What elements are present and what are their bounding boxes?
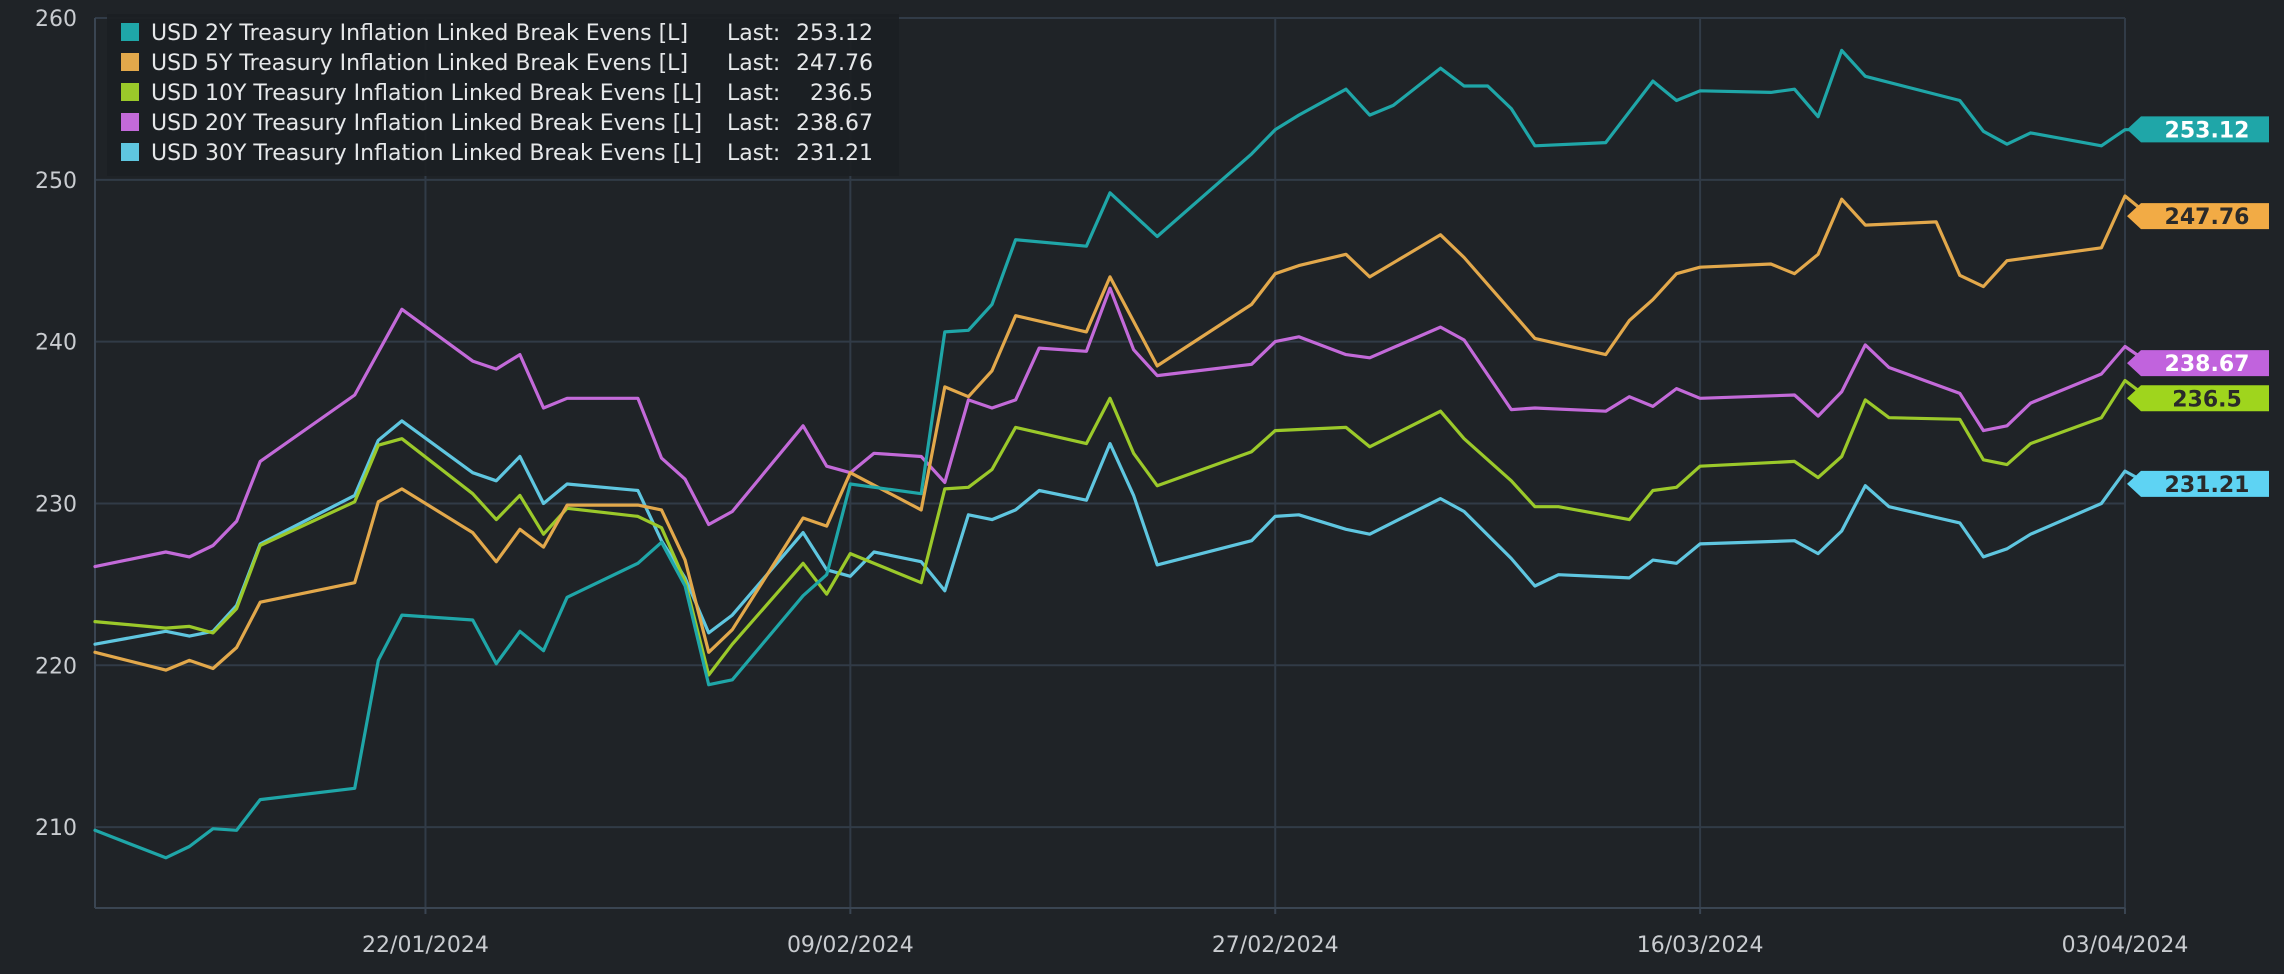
legend-last-label: Last: [727, 111, 780, 136]
legend-last-label: Last: [727, 81, 780, 106]
legend-last-value: 236.5 [810, 81, 873, 106]
legend-swatch [121, 83, 139, 101]
chart-container: 210 220 230 240 250 260 22/01/2024 09/02/2024 27… [0, 0, 2284, 974]
legend-swatch [121, 23, 139, 41]
last-value-tag-text: 236.5 [2172, 387, 2242, 412]
x-tick-label: 16/03/2024 [1637, 933, 1764, 958]
series-line [93, 378, 2151, 677]
line-chart: 210 220 230 240 250 260 22/01/2024 09/02/2024 27… [35, 7, 2269, 958]
legend-series-name: USD 30Y Treasury Inflation Linked Break … [151, 141, 702, 166]
y-tick-label: 210 [35, 816, 77, 841]
legend-item: USD 5Y Treasury Inflation Linked Break E… [121, 51, 873, 76]
y-tick-label: 230 [35, 492, 77, 517]
legend-item: USD 2Y Treasury Inflation Linked Break E… [121, 21, 873, 46]
y-tick-label: 260 [35, 7, 77, 32]
legend-series-name: USD 5Y Treasury Inflation Linked Break E… [151, 51, 688, 76]
y-tick-label: 250 [35, 169, 77, 194]
legend-item: USD 30Y Treasury Inflation Linked Break … [121, 141, 873, 166]
legend-last-label: Last: [727, 51, 780, 76]
legend-last-label: Last: [727, 21, 780, 46]
x-tick-label: 27/02/2024 [1212, 933, 1339, 958]
legend-last-value: 247.76 [796, 51, 873, 76]
last-value-tag-text: 247.76 [2165, 205, 2250, 230]
last-value-tag-text: 253.12 [2165, 118, 2250, 143]
last-value-tag: 247.76 [2127, 203, 2269, 230]
last-value-tag-text: 231.21 [2165, 473, 2250, 498]
last-value-tag: 236.5 [2127, 385, 2269, 412]
last-value-tag: 238.67 [2127, 350, 2269, 377]
legend-series-name: USD 20Y Treasury Inflation Linked Break … [151, 111, 702, 136]
x-tick-label: 03/04/2024 [2062, 933, 2189, 958]
legend-last-value: 238.67 [796, 111, 873, 136]
last-value-tag: 231.21 [2127, 470, 2269, 498]
last-value-tag-text: 238.67 [2165, 352, 2250, 377]
series-line [93, 419, 2151, 646]
last-value-tag: 253.12 [2127, 116, 2269, 143]
legend-series-name: USD 2Y Treasury Inflation Linked Break E… [151, 21, 688, 46]
legend-last-label: Last: [727, 141, 780, 166]
legend-item: USD 10Y Treasury Inflation Linked Break … [121, 81, 873, 106]
x-tick-label: 09/02/2024 [787, 933, 914, 958]
legend-last-value: 231.21 [796, 141, 873, 166]
legend: USD 2Y Treasury Inflation Linked Break E… [107, 14, 899, 176]
x-tick-label: 22/01/2024 [362, 933, 489, 958]
last-value-tags: 253.12 247.76 236.5 238.67 231.21 [2127, 116, 2269, 498]
legend-series-name: USD 10Y Treasury Inflation Linked Break … [151, 81, 702, 106]
y-tick-label: 220 [35, 654, 77, 679]
legend-swatch [121, 143, 139, 161]
legend-item: USD 20Y Treasury Inflation Linked Break … [121, 111, 873, 136]
legend-swatch [121, 113, 139, 131]
legend-last-value: 253.12 [796, 21, 873, 46]
y-tick-label: 240 [35, 331, 77, 356]
legend-swatch [121, 53, 139, 71]
series-line [93, 194, 2151, 672]
